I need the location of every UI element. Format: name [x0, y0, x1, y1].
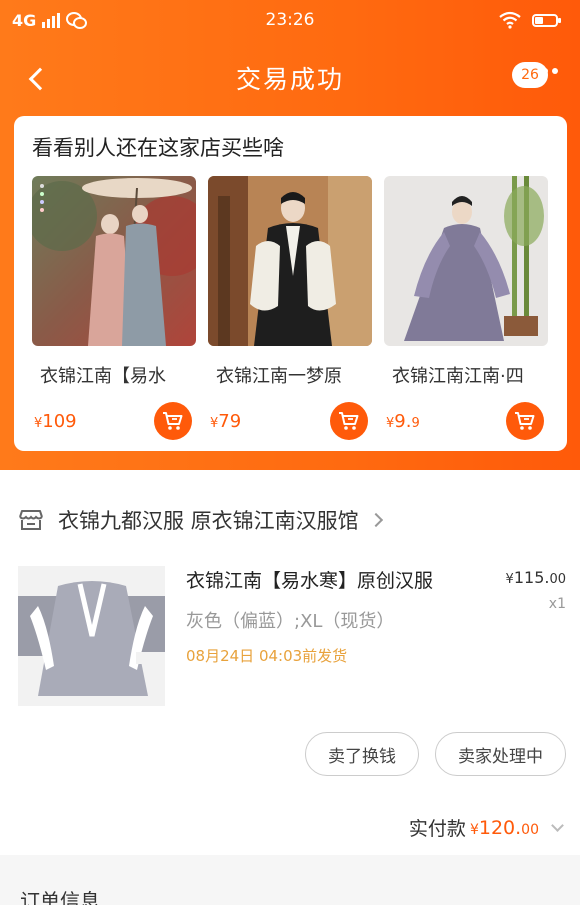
price-decimal: 00	[521, 821, 539, 838]
recommend-item-footer: ¥9.9	[384, 402, 548, 440]
resell-button[interactable]: 卖了换钱	[305, 732, 419, 776]
price-main: 120.	[478, 816, 522, 839]
shop-icon	[19, 510, 43, 530]
price-decimal: 00	[549, 572, 566, 587]
message-count-badge: 26	[512, 62, 548, 88]
recommend-item-footer: ¥109	[32, 402, 196, 440]
seller-processing-button[interactable]: 卖家处理中	[435, 732, 566, 776]
recommend-list: 衣锦江南【易水 ¥109 衣锦江南一梦原 ¥79 衣锦江南江南·四 ¥9.9	[32, 176, 549, 440]
recommend-item-price: ¥109	[34, 411, 77, 432]
product-image[interactable]	[384, 176, 548, 346]
cart-icon	[515, 412, 535, 430]
status-right	[498, 11, 562, 29]
product-image[interactable]	[32, 176, 196, 346]
paid-amount: ¥120.00	[470, 817, 539, 839]
recommend-item-name[interactable]: 衣锦江南江南·四	[384, 362, 548, 388]
shop-name[interactable]: 衣锦九都汉服 原衣锦江南汉服馆	[58, 505, 359, 535]
paid-row[interactable]: 实付款 ¥120.00	[408, 814, 564, 841]
network-type: 4G	[12, 10, 37, 30]
currency-symbol: ¥	[469, 821, 479, 838]
add-to-cart-button[interactable]	[330, 402, 368, 440]
more-dot-icon	[552, 68, 558, 74]
product-title[interactable]: 衣锦江南【易水寒】原创汉服	[186, 566, 496, 593]
recommend-item-name[interactable]: 衣锦江南【易水	[32, 362, 196, 388]
paid-label: 实付款	[408, 818, 466, 840]
status-left: 4G	[12, 10, 88, 30]
back-button[interactable]	[26, 63, 50, 93]
product-info: 衣锦江南【易水寒】原创汉服 灰色（偏蓝）;XL（现货） 08月24日 04:03…	[186, 566, 496, 666]
wechat-icon	[66, 12, 88, 29]
order-info-section: 订单信息	[0, 855, 580, 905]
nav-bar: 交易成功 26	[0, 50, 580, 106]
recommend-item-footer: ¥79	[208, 402, 372, 440]
recommend-item-name[interactable]: 衣锦江南一梦原	[208, 362, 372, 388]
product-price: ¥115.00	[506, 568, 566, 587]
status-time: 23:26	[265, 10, 315, 30]
chevron-down-icon[interactable]	[551, 819, 564, 832]
price-main: 115.	[513, 568, 550, 587]
order-card: 衣锦九都汉服 原衣锦江南汉服馆 衣锦江南【易水寒】原创汉服 灰色（偏蓝）;XL（…	[0, 470, 580, 905]
shop-row[interactable]: 衣锦九都汉服 原衣锦江南汉服馆	[0, 470, 580, 570]
recommend-item-price: ¥79	[210, 411, 241, 432]
currency-symbol: ¥	[505, 572, 514, 587]
product-quantity: x1	[548, 596, 566, 612]
signal-icon	[42, 12, 61, 28]
cart-icon	[339, 412, 359, 430]
price-decimal: 9	[411, 415, 420, 431]
cart-icon	[163, 412, 183, 430]
ship-deadline: 08月24日 04:03前发货	[186, 647, 348, 665]
recommend-card: 看看别人还在这家店买些啥 衣锦江南【易水 ¥109 衣锦江南一梦原 ¥79 衣锦…	[14, 116, 567, 451]
product-thumbnail[interactable]	[18, 566, 165, 706]
add-to-cart-button[interactable]	[154, 402, 192, 440]
wifi-icon	[499, 11, 521, 29]
recommend-item[interactable]: 衣锦江南【易水 ¥109	[32, 176, 196, 440]
recommend-item[interactable]: 衣锦江南一梦原 ¥79	[208, 176, 372, 440]
status-bar: 4G 23:26	[0, 0, 580, 40]
price-main: 79	[218, 410, 242, 432]
order-actions: 卖了换钱 卖家处理中	[305, 732, 566, 776]
order-info-title: 订单信息	[20, 889, 100, 905]
chevron-right-icon	[368, 512, 383, 528]
recommend-title: 看看别人还在这家店买些啥	[32, 136, 284, 160]
price-main: 109	[42, 410, 77, 432]
recommend-item-price: ¥9.9	[386, 411, 420, 432]
recommend-item[interactable]: 衣锦江南江南·四 ¥9.9	[384, 176, 548, 440]
order-product[interactable]: 衣锦江南【易水寒】原创汉服 灰色（偏蓝）;XL（现货） 08月24日 04:03…	[18, 566, 568, 706]
product-image[interactable]	[208, 176, 372, 346]
product-spec: 灰色（偏蓝）;XL（现货）	[186, 611, 395, 632]
battery-icon	[532, 14, 561, 27]
add-to-cart-button[interactable]	[506, 402, 544, 440]
more-button[interactable]: 26	[512, 62, 558, 88]
price-main: 9.	[394, 410, 412, 432]
page-title: 交易成功	[235, 65, 344, 94]
